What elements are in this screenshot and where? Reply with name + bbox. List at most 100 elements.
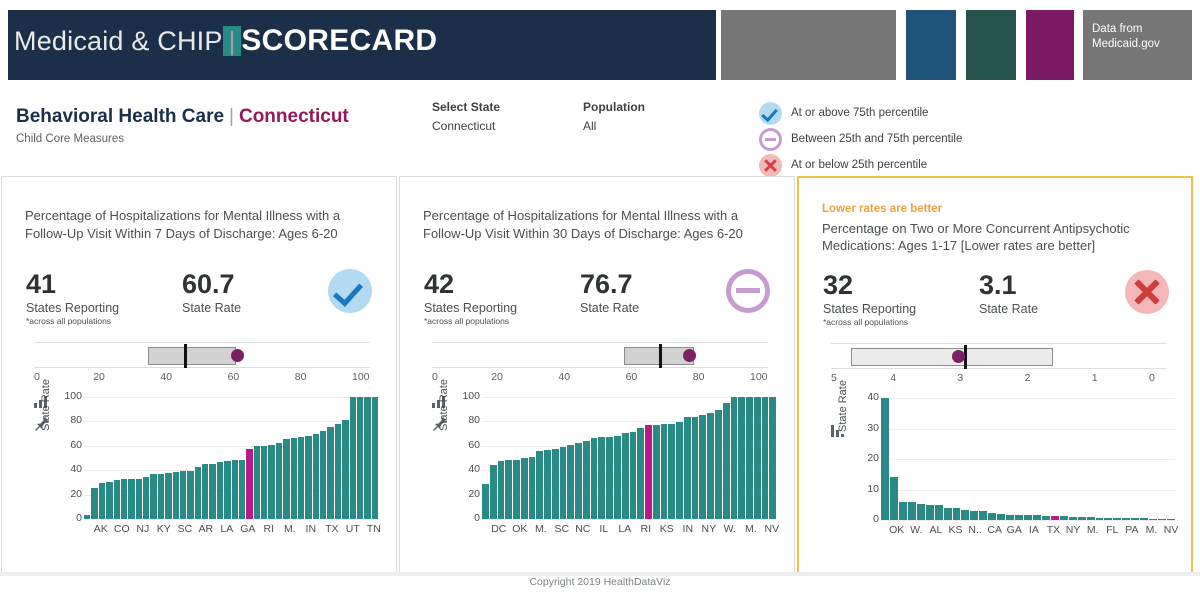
bar[interactable] [1024,515,1032,520]
bar[interactable] [1140,518,1149,520]
bar[interactable] [356,397,364,519]
bar[interactable] [559,447,567,519]
bar[interactable] [209,463,216,519]
bar[interactable] [1015,515,1023,520]
measure-card[interactable]: Percentage of Hospitalizations for Menta… [1,176,397,574]
bar[interactable] [652,424,660,519]
bar[interactable] [582,440,590,519]
bar[interactable] [1059,516,1068,520]
bar[interactable] [943,508,952,520]
bar[interactable] [150,474,157,519]
bar[interactable] [1104,517,1113,520]
bar[interactable] [590,438,598,519]
bar[interactable] [952,508,961,520]
measure-card[interactable]: Percentage of Hospitalizations for Menta… [399,176,795,574]
bar[interactable] [746,397,753,519]
bar[interactable] [881,398,889,520]
bar[interactable] [621,433,629,519]
bar[interactable] [1149,518,1158,520]
bar[interactable] [135,478,142,519]
bar[interactable] [979,510,988,520]
bar[interactable] [1167,519,1175,520]
bar[interactable] [1113,518,1122,520]
bar[interactable] [489,465,497,519]
bar[interactable] [961,509,970,520]
bar[interactable] [1131,518,1140,520]
bar[interactable] [505,460,513,519]
bar[interactable] [187,470,194,519]
bar[interactable] [1122,518,1131,520]
bar[interactable] [1158,519,1166,520]
bar[interactable] [907,502,916,520]
bar[interactable] [327,427,334,519]
bar[interactable] [925,504,934,520]
filter-population[interactable]: Population All [583,100,645,133]
bar[interactable] [84,515,91,519]
bar[interactable] [216,462,224,519]
bar[interactable] [660,423,668,519]
bar[interactable] [120,478,128,519]
bar[interactable] [231,459,238,519]
bar[interactable] [268,444,275,519]
bar[interactable] [297,436,305,519]
bar[interactable] [312,434,319,519]
bar[interactable] [528,456,536,519]
bar[interactable] [575,442,582,519]
bar[interactable] [676,421,683,519]
bar[interactable] [520,458,528,519]
filter-population-value[interactable]: All [583,119,645,133]
bar[interactable] [699,415,707,519]
bar[interactable] [714,409,722,519]
bar[interactable] [349,397,356,519]
bar[interactable] [934,504,943,520]
bar[interactable] [283,439,290,519]
bar[interactable] [598,437,606,519]
bar[interactable] [98,482,106,519]
bar-highlighted[interactable] [1050,516,1059,520]
bar[interactable] [91,488,98,519]
bar[interactable] [970,510,979,520]
bar[interactable] [691,416,699,519]
bar[interactable] [753,397,761,519]
filter-select-state[interactable]: Select State Connecticut [432,100,500,133]
bar[interactable] [202,463,209,519]
bar[interactable] [1068,516,1077,520]
bar[interactable] [194,466,201,519]
bar[interactable] [275,443,283,519]
bar[interactable] [544,449,551,519]
bar[interactable] [172,471,179,519]
bar[interactable] [513,460,520,519]
bar[interactable] [1032,515,1041,520]
bar[interactable] [224,461,231,519]
bar[interactable] [722,402,730,519]
bar[interactable] [629,431,637,519]
bar[interactable] [567,444,575,519]
bar[interactable] [916,503,925,520]
bar[interactable] [334,424,342,519]
bar[interactable] [614,435,621,519]
bar[interactable] [106,481,113,519]
bar[interactable] [253,446,260,519]
bar[interactable] [898,502,907,520]
bar[interactable] [290,437,297,519]
bar[interactable] [683,416,691,519]
bar[interactable] [1041,515,1050,520]
bar[interactable] [536,450,544,519]
bar[interactable] [261,445,268,519]
bar[interactable] [482,484,489,519]
bar[interactable] [889,477,898,520]
bar[interactable] [738,397,746,519]
bar[interactable] [497,461,505,519]
bar[interactable] [1086,517,1095,520]
bar-highlighted[interactable] [645,425,652,519]
filter-select-state-value[interactable]: Connecticut [432,119,500,133]
bar[interactable] [157,473,165,519]
bar[interactable] [988,512,997,520]
bar[interactable] [707,412,714,519]
bar[interactable] [1006,514,1015,520]
bar[interactable] [761,397,769,519]
bar-highlighted[interactable] [246,448,253,519]
bar[interactable] [1077,516,1086,520]
bar[interactable] [1095,517,1104,520]
bar[interactable] [179,471,187,519]
